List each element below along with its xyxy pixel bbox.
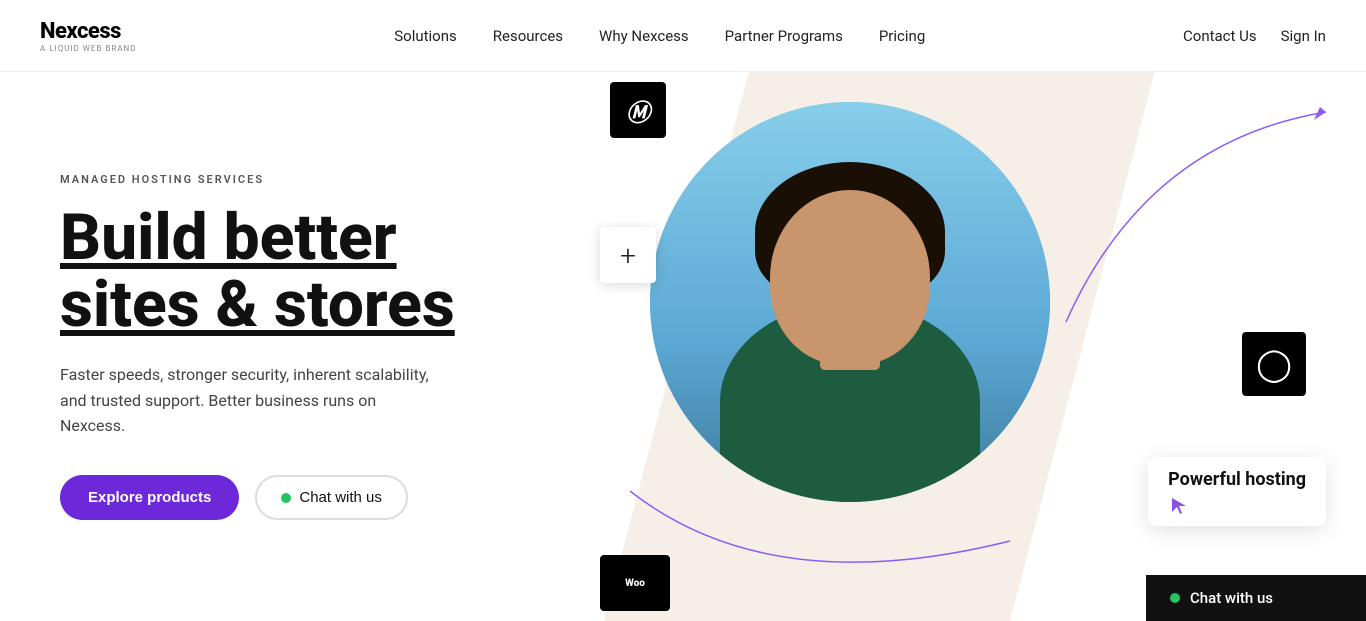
logo[interactable]: Nexcess A LIQUID WEB BRAND: [40, 19, 137, 53]
hero-description: Faster speeds, stronger security, inhere…: [60, 362, 440, 439]
cursor-icon: [1168, 496, 1192, 514]
nav-pricing[interactable]: Pricing: [879, 27, 925, 45]
magento-icon: Ⓜ: [626, 93, 650, 128]
woocommerce-badge: Woo: [600, 555, 670, 611]
wordpress-icon: ◯: [1256, 345, 1292, 383]
chat-button-label: Chat with us: [299, 489, 382, 506]
powerful-hosting-badge: Powerful hosting: [1148, 457, 1326, 526]
hero-right: Ⓜ + ◯ Woo Powerful hosting: [520, 72, 1366, 621]
plus-icon: +: [620, 239, 636, 272]
hero-title-line1: Build better: [60, 200, 397, 275]
nav-partner-programs[interactable]: Partner Programs: [725, 27, 843, 45]
contact-us-link[interactable]: Contact Us: [1183, 27, 1257, 45]
chat-widget-dot: [1170, 593, 1180, 603]
chat-widget-label: Chat with us: [1190, 589, 1273, 607]
chat-status-dot: [281, 493, 291, 503]
logo-text: Nexcess: [40, 19, 137, 44]
hero-title-line2: sites & stores: [60, 267, 455, 342]
chat-widget[interactable]: Chat with us: [1146, 575, 1366, 621]
bottom-curve-decoration: [620, 481, 1020, 601]
sign-in-button[interactable]: Sign In: [1281, 27, 1326, 45]
nav-right: Contact Us Sign In: [1183, 27, 1326, 45]
magento-badge: Ⓜ: [610, 82, 666, 138]
nav-solutions[interactable]: Solutions: [394, 27, 457, 45]
nav-links: Solutions Resources Why Nexcess Partner …: [394, 27, 925, 45]
hero-photo-circle: [650, 102, 1050, 502]
hero-eyebrow: MANAGED HOSTING SERVICES: [60, 173, 480, 186]
hero-buttons: Explore products Chat with us: [60, 475, 480, 520]
hero-title: Build better sites & stores: [60, 204, 480, 338]
hero-section: MANAGED HOSTING SERVICES Build better si…: [0, 72, 1366, 621]
logo-tagline: A LIQUID WEB BRAND: [40, 44, 137, 53]
woocommerce-icon: Woo: [625, 578, 645, 589]
nav-resources[interactable]: Resources: [493, 27, 563, 45]
explore-products-button[interactable]: Explore products: [60, 475, 239, 520]
hero-left: MANAGED HOSTING SERVICES Build better si…: [0, 72, 520, 621]
plus-badge: +: [600, 227, 656, 283]
main-nav: Nexcess A LIQUID WEB BRAND Solutions Res…: [0, 0, 1366, 72]
powerful-hosting-label: Powerful hosting: [1168, 469, 1306, 490]
wordpress-badge: ◯: [1242, 332, 1306, 396]
chat-with-us-button[interactable]: Chat with us: [255, 475, 408, 520]
nav-why-nexcess[interactable]: Why Nexcess: [599, 27, 689, 45]
